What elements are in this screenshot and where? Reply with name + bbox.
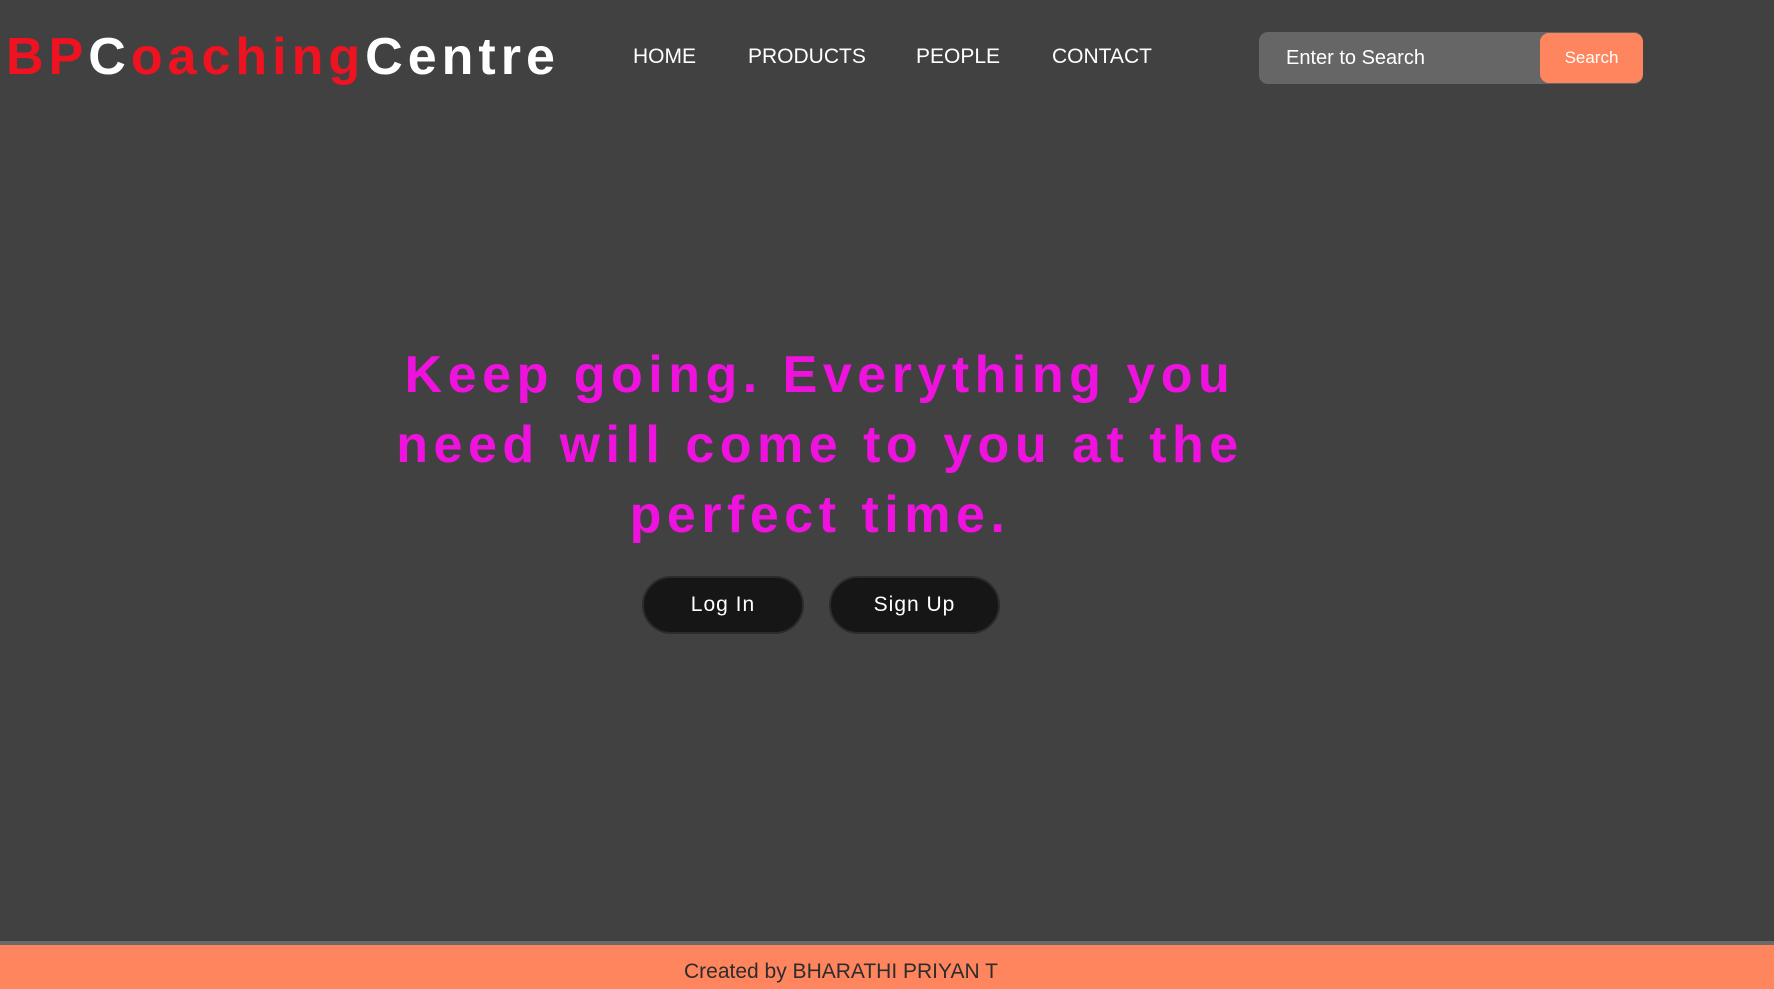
logo-part-c: C [88,28,131,86]
login-button[interactable]: Log In [642,576,804,634]
site-header: BPCoachingCentre HOME PRODUCTS PEOPLE CO… [0,0,1774,115]
hero-section: Keep going. Everything you need will com… [360,340,1280,550]
nav-products[interactable]: PRODUCTS [748,44,866,70]
logo-part-centre: Centre [365,28,560,86]
signup-button[interactable]: Sign Up [829,576,1000,634]
nav-people[interactable]: PEOPLE [916,44,1000,70]
search-input[interactable] [1259,32,1543,84]
footer-credit: Created by BHARATHI PRIYAN T [684,960,998,983]
logo-part-bp: BP [6,28,89,86]
site-logo[interactable]: BPCoachingCentre [6,24,560,90]
nav-home[interactable]: HOME [633,44,696,70]
logo-part-oaching: oaching [130,28,366,86]
search-button[interactable]: Search [1540,33,1643,83]
nav-contact[interactable]: CONTACT [1052,44,1152,70]
hero-quote: Keep going. Everything you need will com… [396,346,1244,544]
site-footer: Created by BHARATHI PRIYAN T [0,945,1774,989]
search-bar: Search [1259,32,1643,84]
